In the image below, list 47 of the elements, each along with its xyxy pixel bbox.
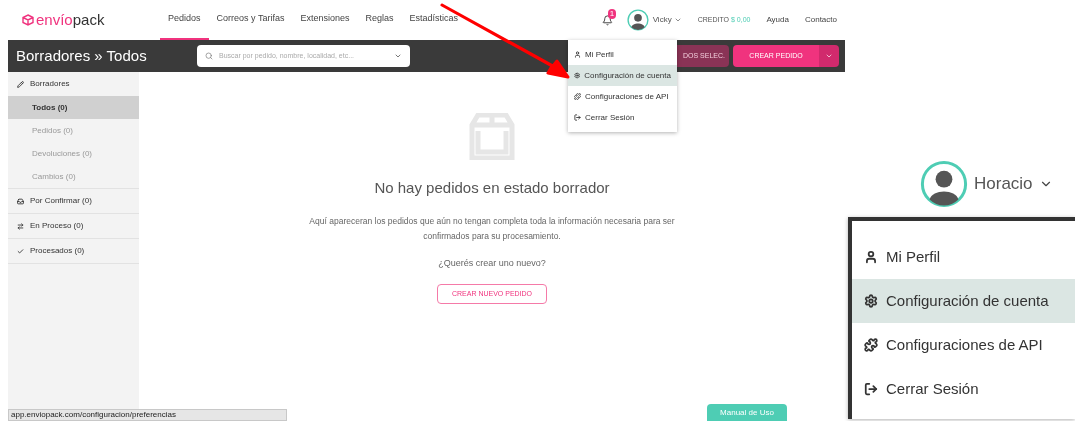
nav-tab[interactable]: Correos y Tarifas — [208, 0, 293, 40]
logout-icon — [574, 114, 581, 121]
sidebar-section[interactable]: Procesados (0) — [8, 239, 139, 263]
user-icon — [864, 250, 878, 264]
inbox-icon — [17, 197, 24, 205]
menu-item[interactable]: Mi Perfil — [852, 235, 1075, 279]
page-title: Borradores » Todos — [16, 45, 148, 66]
header-link[interactable]: Ayuda — [766, 14, 789, 26]
puzzle-icon — [864, 338, 878, 352]
user-name[interactable]: Horacio — [974, 171, 1033, 197]
nav-tab[interactable]: Reglas — [357, 0, 402, 40]
settings-icon — [864, 294, 878, 308]
menu-item[interactable]: Configuración de cuenta — [568, 65, 677, 86]
notification-count: 1 — [607, 8, 617, 19]
logout-icon — [864, 382, 878, 396]
nav-tab[interactable]: Extensiones — [292, 0, 358, 40]
box-icon — [468, 113, 516, 160]
sidebar-section[interactable]: Por Confirmar (0) — [8, 189, 139, 213]
header-link[interactable]: Contacto — [804, 14, 837, 26]
empty-state-description: Aquí apareceran los pedidos que aún no tengan completa toda la información necesaria para ser confirmados para su procesamiento. — [308, 214, 676, 243]
user-name[interactable]: Vicky — [652, 14, 672, 26]
search-icon — [205, 52, 213, 60]
avatar-icon[interactable] — [626, 9, 649, 31]
nav-tab[interactable]: Estadísticas — [401, 0, 466, 40]
logo-icon — [22, 14, 34, 26]
menu-item[interactable]: Cerrar Sesión — [568, 107, 677, 128]
status-url: app.enviopack.com/configuracion/preferencias — [8, 409, 287, 421]
check-icon — [17, 247, 24, 255]
sidebar-item[interactable]: Todos (0) — [8, 96, 139, 119]
empty-state-title: No hay pedidos en estado borrador — [374, 178, 610, 198]
chevron-down-icon — [825, 52, 833, 60]
puzzle-icon — [574, 93, 581, 100]
menu-item[interactable]: Cerrar Sesión — [852, 367, 1075, 411]
menu-item[interactable]: Configuraciones de API — [568, 86, 677, 107]
empty-state-question: ¿Querés crear uno nuevo? — [438, 256, 546, 270]
sidebar-section[interactable]: En Proceso (0) — [8, 214, 139, 238]
menu-item[interactable]: Configuración de cuenta — [852, 279, 1075, 323]
pencil-icon — [17, 80, 24, 88]
notification-bell-icon[interactable] — [601, 14, 613, 26]
user-icon — [574, 51, 581, 58]
avatar-icon[interactable] — [920, 160, 968, 208]
settings-icon — [574, 72, 581, 79]
logo-text: envíopack — [36, 9, 105, 30]
menu-item[interactable]: Configuraciones de API — [852, 323, 1075, 367]
chevron-down-icon[interactable] — [394, 52, 402, 60]
sidebar-section[interactable]: Borradores — [8, 72, 139, 96]
swap-arrows-icon — [17, 222, 24, 230]
